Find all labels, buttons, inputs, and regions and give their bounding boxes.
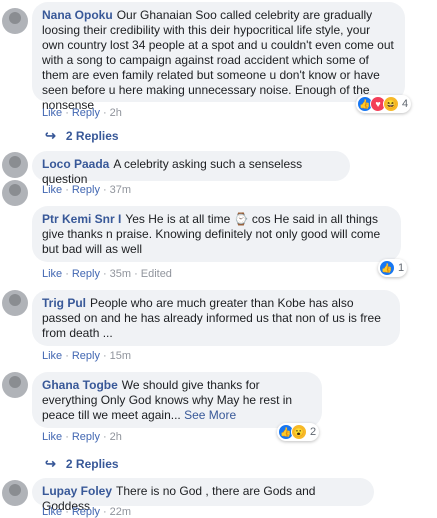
reactions-summary[interactable]: 👍 😮 2: [277, 423, 320, 441]
comment-actions: Like · Reply · 22m: [42, 506, 132, 518]
comment-author[interactable]: Trig Pul: [42, 296, 86, 310]
like-button[interactable]: Like: [42, 350, 62, 362]
replies-label: 2 Replies: [65, 457, 119, 471]
view-replies-button[interactable]: ↪ 2 Replies: [45, 456, 119, 472]
comment-bubble: Ptr Kemi Snr I Yes He is at all time ⌚ co…: [32, 206, 401, 262]
wow-icon: 😮: [291, 424, 307, 440]
reply-button[interactable]: Reply: [72, 107, 100, 119]
edited-label[interactable]: Edited: [141, 268, 172, 280]
like-button[interactable]: Like: [42, 184, 62, 196]
avatar[interactable]: [2, 372, 28, 398]
comment-bubble: Lupay Foley There is no God , there are G…: [32, 478, 374, 513]
timestamp[interactable]: 37m: [110, 184, 131, 196]
comment-bubble: Loco Paada A celebrity asking such a sens…: [32, 151, 350, 186]
comment-actions: Like · Reply · 35m · Edited: [42, 268, 172, 280]
reply-arrow-icon: ↪: [45, 128, 56, 143]
like-button[interactable]: Like: [42, 107, 62, 119]
comment-text: Our Ghanaian Soo called celebrity are gr…: [42, 8, 394, 112]
timestamp[interactable]: 35m: [110, 268, 131, 280]
comment-author[interactable]: Loco Paada: [42, 157, 109, 171]
reactions-summary[interactable]: 👍 ♥ 😆 4: [356, 95, 412, 113]
comment-author[interactable]: Ptr Kemi Snr I: [42, 212, 121, 226]
comment-bubble: Trig Pul People who are much greater than…: [32, 290, 400, 346]
like-icon: 👍: [379, 260, 395, 276]
reply-arrow-icon: ↪: [45, 456, 56, 471]
see-more-link[interactable]: See More: [184, 408, 236, 422]
reply-button[interactable]: Reply: [72, 431, 100, 443]
comment-actions: Like · Reply · 37m: [42, 184, 132, 196]
reply-button[interactable]: Reply: [72, 506, 100, 518]
avatar[interactable]: [2, 180, 28, 206]
reaction-count: 1: [398, 262, 405, 274]
timestamp[interactable]: 15m: [110, 350, 131, 362]
comment-actions: Like · Reply · 2h: [42, 431, 122, 443]
haha-icon: 😆: [383, 96, 399, 112]
comment-bubble: Ghana Togbe We should give thanks for eve…: [32, 372, 322, 428]
reaction-count: 2: [310, 426, 317, 438]
comment-actions: Like · Reply · 15m: [42, 350, 132, 362]
reply-button[interactable]: Reply: [72, 184, 100, 196]
comment-actions: Like · Reply · 2h: [42, 107, 122, 119]
comment-bubble: Nana Opoku Our Ghanaian Soo called celebr…: [32, 2, 405, 112]
replies-label: 2 Replies: [65, 129, 119, 143]
avatar[interactable]: [2, 480, 28, 506]
comment-author[interactable]: Lupay Foley: [42, 484, 112, 498]
timestamp[interactable]: 22m: [110, 506, 131, 518]
timestamp[interactable]: 2h: [110, 107, 122, 119]
reply-button[interactable]: Reply: [72, 350, 100, 362]
like-button[interactable]: Like: [42, 431, 62, 443]
reactions-summary[interactable]: 👍 1: [378, 259, 408, 277]
like-button[interactable]: Like: [42, 506, 62, 518]
like-button[interactable]: Like: [42, 268, 62, 280]
view-replies-button[interactable]: ↪ 2 Replies: [45, 128, 119, 144]
comment-author[interactable]: Nana Opoku: [42, 8, 113, 22]
comment-text: People who are much greater than Kobe ha…: [42, 296, 381, 340]
avatar[interactable]: [2, 8, 28, 34]
timestamp[interactable]: 2h: [110, 431, 122, 443]
reaction-count: 4: [402, 98, 409, 110]
avatar[interactable]: [2, 152, 28, 178]
comment-author[interactable]: Ghana Togbe: [42, 378, 118, 392]
reply-button[interactable]: Reply: [72, 268, 100, 280]
avatar[interactable]: [2, 290, 28, 316]
